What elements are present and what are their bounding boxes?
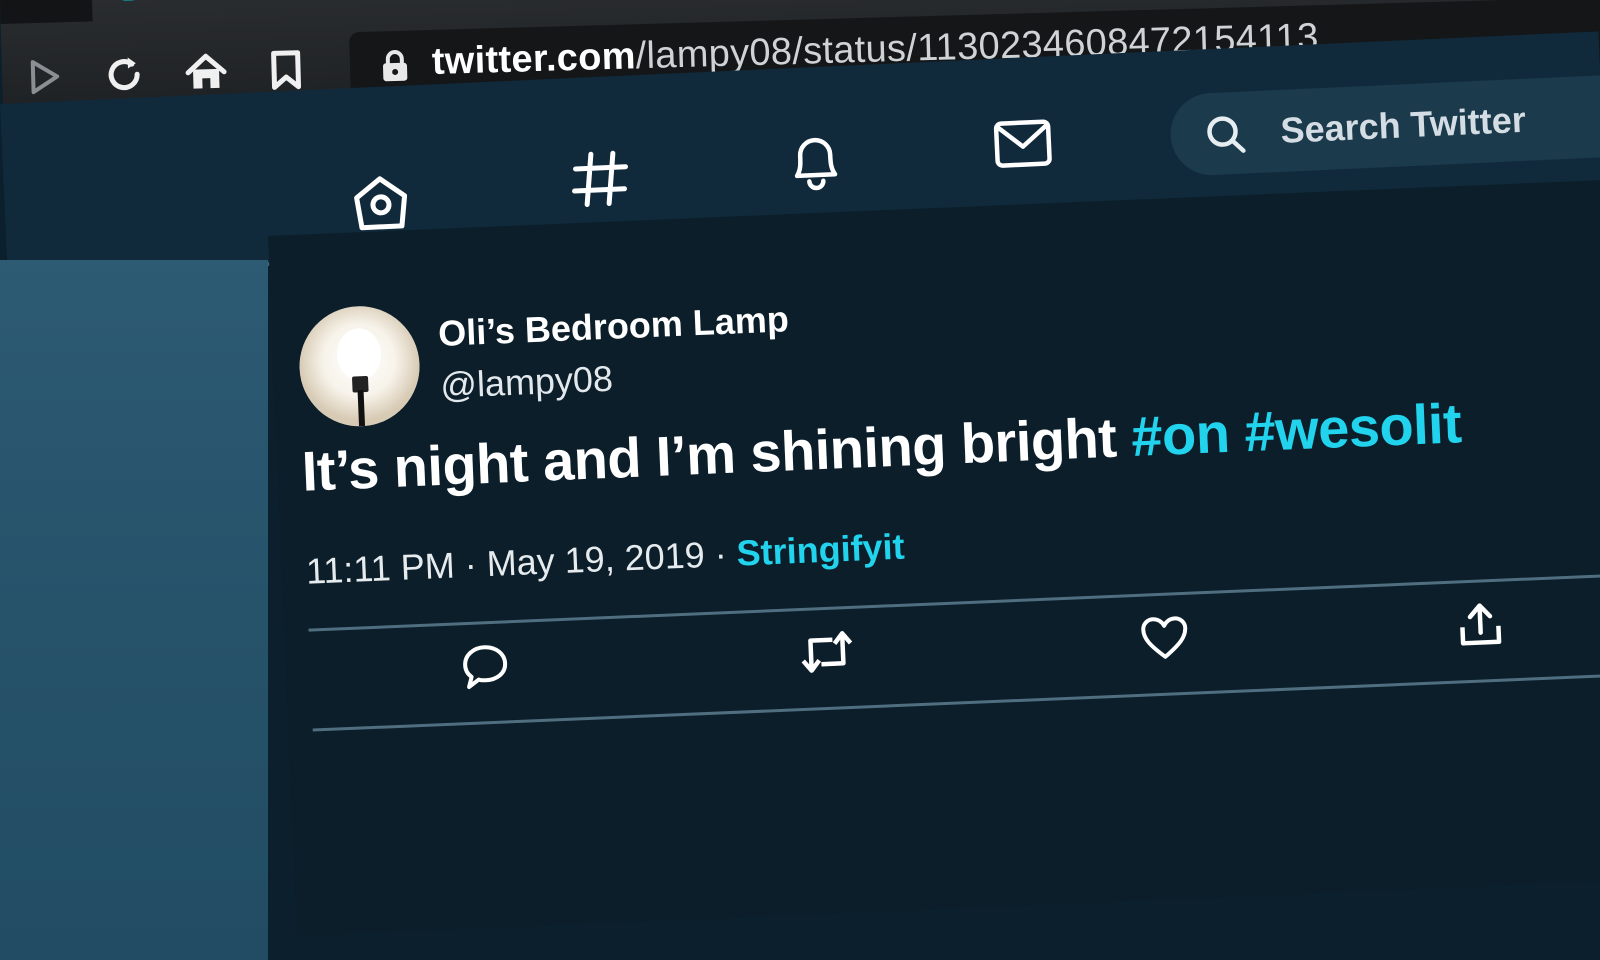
bookmark-button[interactable] (259, 43, 312, 96)
retweet-button[interactable] (790, 616, 863, 689)
active-tab-indicator (111, 0, 147, 1)
reply-icon (463, 645, 508, 689)
tweet-meta: 11:11 PM · May 19, 2019 · Stringifyit (305, 526, 905, 593)
search-input[interactable]: Search Twitter (1168, 73, 1600, 177)
hashtag-explore-icon (572, 150, 628, 207)
forward-icon (30, 60, 60, 95)
tab-strip (0, 0, 93, 24)
messages-envelope-icon (993, 119, 1052, 168)
display-name[interactable]: Oli’s Bedroom Lamp (437, 298, 789, 355)
bookmark-icon (271, 50, 302, 90)
user-handle[interactable]: @lampy08 (440, 358, 614, 407)
search-placeholder: Search Twitter (1279, 98, 1527, 151)
retweet-icon (801, 631, 853, 673)
share-button[interactable] (1444, 588, 1517, 661)
home-icon (185, 53, 227, 89)
tweet-date[interactable]: May 19, 2019 (486, 534, 706, 584)
share-icon (1460, 603, 1502, 646)
nav-explore[interactable] (558, 137, 642, 221)
lock-icon (383, 50, 408, 82)
left-sidebar-background (0, 260, 268, 960)
avatar[interactable] (297, 303, 422, 429)
like-heart-icon (1141, 616, 1188, 659)
forward-button[interactable] (17, 50, 70, 103)
hashtag-wesolit[interactable]: #wesolit (1243, 391, 1462, 463)
tweet-body: It’s night and I’m shining bright (300, 405, 1118, 503)
search-icon (1207, 116, 1246, 153)
reload-button[interactable] (97, 48, 150, 101)
nav-notifications[interactable] (774, 119, 858, 203)
tweet-text: It’s night and I’m shining bright #on #w… (301, 390, 1463, 504)
lamp-bulb-avatar-image (299, 306, 420, 427)
home-icon (354, 176, 408, 231)
meta-separator: · (713, 533, 728, 575)
home-button[interactable] (179, 46, 232, 99)
like-button[interactable] (1128, 601, 1201, 674)
reply-button[interactable] (449, 630, 522, 703)
reload-icon (108, 57, 140, 91)
meta-separator: · (463, 543, 478, 586)
tweet-time[interactable]: 11:11 PM (305, 544, 455, 591)
nav-messages[interactable] (981, 102, 1065, 186)
notifications-bell-icon (794, 137, 838, 191)
hashtag-on[interactable]: #on (1130, 401, 1231, 468)
tweet-source-link[interactable]: Stringifyit (736, 526, 906, 574)
tweet-card: Oli’s Bedroom Lamp @lampy08 It’s night a… (268, 177, 1600, 936)
